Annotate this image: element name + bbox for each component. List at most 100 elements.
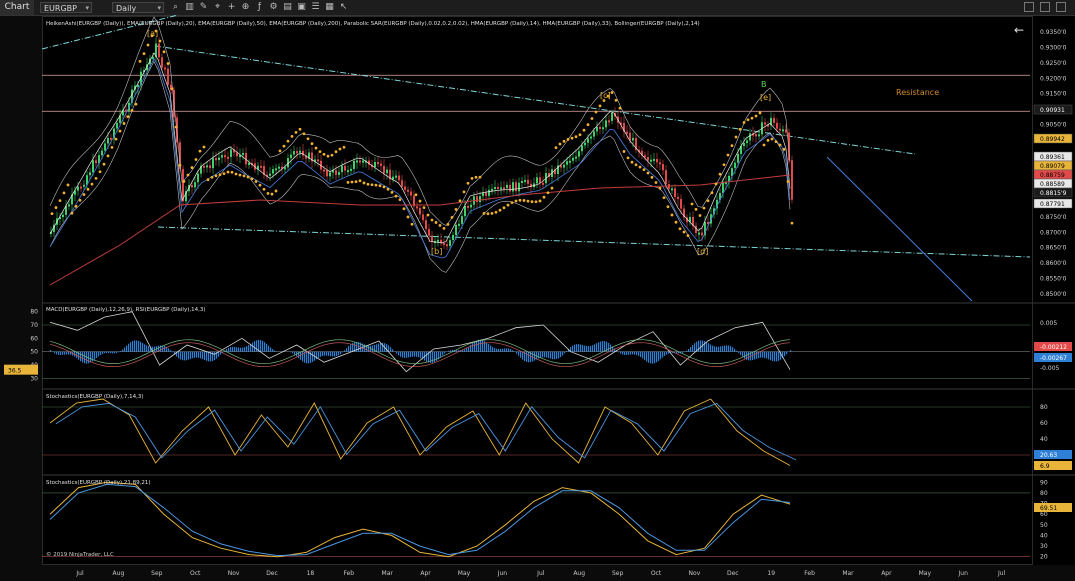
candle-body <box>104 143 106 151</box>
macd-hist-bar <box>50 350 52 352</box>
macd-hist-bar <box>590 345 592 352</box>
macd-hist-bar <box>768 351 770 360</box>
sar-dot <box>50 212 54 215</box>
sar-dot <box>182 180 186 183</box>
candle-body <box>572 157 574 161</box>
macd-hist-bar <box>236 347 238 352</box>
sar-dot <box>570 136 574 140</box>
candle-body <box>350 168 352 171</box>
candle-body <box>608 120 610 123</box>
sar-dot <box>678 227 682 231</box>
rsi-value-label: 36.5 <box>8 368 22 375</box>
macd-hist-bar <box>198 351 200 358</box>
back-arrow-icon[interactable]: ← <box>1014 23 1024 37</box>
stoch-tick-label: 20 <box>1040 554 1048 561</box>
macd-hist-bar <box>252 342 254 352</box>
candle-body <box>449 240 451 247</box>
macd-hist-bar <box>510 349 512 352</box>
macd-hist-bar <box>324 351 326 356</box>
candle-body <box>209 165 211 169</box>
sar-dot <box>462 190 466 194</box>
candle-body <box>341 165 343 173</box>
candle-body <box>452 234 454 241</box>
macd-hist-bar <box>416 351 418 357</box>
sar-dot <box>366 182 370 186</box>
trendline <box>157 226 1031 258</box>
candle-body <box>596 126 598 132</box>
time-tick-label: Feb <box>804 570 815 577</box>
macd-hist-bar <box>564 351 566 354</box>
candle-body <box>536 177 538 184</box>
sar-dot <box>122 122 126 125</box>
macd-hist-bar <box>154 346 156 352</box>
macd-hist-bar <box>342 351 344 353</box>
candle-body <box>665 170 667 185</box>
candle-body <box>647 156 649 161</box>
sar-dot <box>502 206 506 210</box>
sar-dot <box>318 150 322 154</box>
macd-hist-bar <box>512 350 514 352</box>
sar-dot <box>454 208 458 211</box>
macd-hist-bar <box>238 347 240 352</box>
macd-hist-bar <box>118 351 120 353</box>
candle-body <box>539 177 541 183</box>
macd-hist-bar <box>144 344 146 352</box>
sar-dot <box>754 114 758 118</box>
macd-hist-bar <box>652 351 654 364</box>
price-tag-label: 0.90931 <box>1040 107 1065 114</box>
candle-body <box>482 192 484 197</box>
macd-hist-bar <box>710 344 712 352</box>
sar-dot <box>98 170 102 174</box>
chart-canvas[interactable]: Jul Aug Sep Oct Nov Dec 18 Feb Mar Apr May Jun Jul Au… <box>0 0 1075 581</box>
sar-dot <box>386 187 390 191</box>
macd-hist-bar <box>404 351 406 358</box>
sar-dot <box>74 204 78 208</box>
macd-hist-bar <box>98 351 100 357</box>
candle-body <box>626 131 628 134</box>
macd-hist-bar <box>488 344 490 352</box>
macd-hist-bar <box>756 351 758 359</box>
macd-hist-bar <box>96 351 98 358</box>
price-tag-label: 0.87791 <box>1040 201 1065 208</box>
macd-hist-bar <box>714 346 716 352</box>
macd-hist-bar <box>584 345 586 352</box>
macd-hist-bar <box>188 351 190 360</box>
sar-dot <box>482 212 486 215</box>
sar-dot <box>330 153 334 157</box>
candle-body <box>755 134 757 137</box>
macd-hist-bar <box>184 351 186 361</box>
macd-hist-bar <box>106 351 108 353</box>
sar-dot <box>738 127 742 131</box>
sar-dot <box>210 175 214 179</box>
sar-dot <box>178 163 182 167</box>
macd-hist-bar <box>148 346 150 352</box>
sar-dot <box>230 170 234 174</box>
price-tick-label: 0.9200'0 <box>1040 75 1067 82</box>
stoch-tick-label: 40 <box>1040 532 1048 539</box>
sar-dot <box>510 201 514 205</box>
sar-dot <box>466 181 470 185</box>
macd-hist-bar <box>666 351 668 355</box>
sar-dot <box>698 214 702 217</box>
macd-hist-bar <box>400 351 402 357</box>
candle-body <box>470 204 472 208</box>
sar-dot <box>702 206 706 210</box>
macd-hist-bar <box>464 349 466 352</box>
macd-hist-bar <box>396 351 398 354</box>
candle-body <box>68 204 70 207</box>
sar-dot <box>290 134 294 138</box>
macd-hist-bar <box>700 340 702 352</box>
macd-hist-bar <box>526 351 528 362</box>
candle-body <box>323 169 325 172</box>
macd-hist-bar <box>204 351 206 361</box>
candle-body <box>590 136 592 139</box>
macd-hist-bar <box>244 347 246 352</box>
candle-body <box>260 165 262 168</box>
macd-hist-bar <box>770 351 772 361</box>
sar-dot <box>142 52 146 56</box>
macd-hist-bar <box>520 351 522 358</box>
macd-hist-bar <box>552 351 554 360</box>
sar-dot <box>226 170 230 174</box>
sar-dot <box>382 185 386 189</box>
macd-hist-bar <box>372 345 374 352</box>
